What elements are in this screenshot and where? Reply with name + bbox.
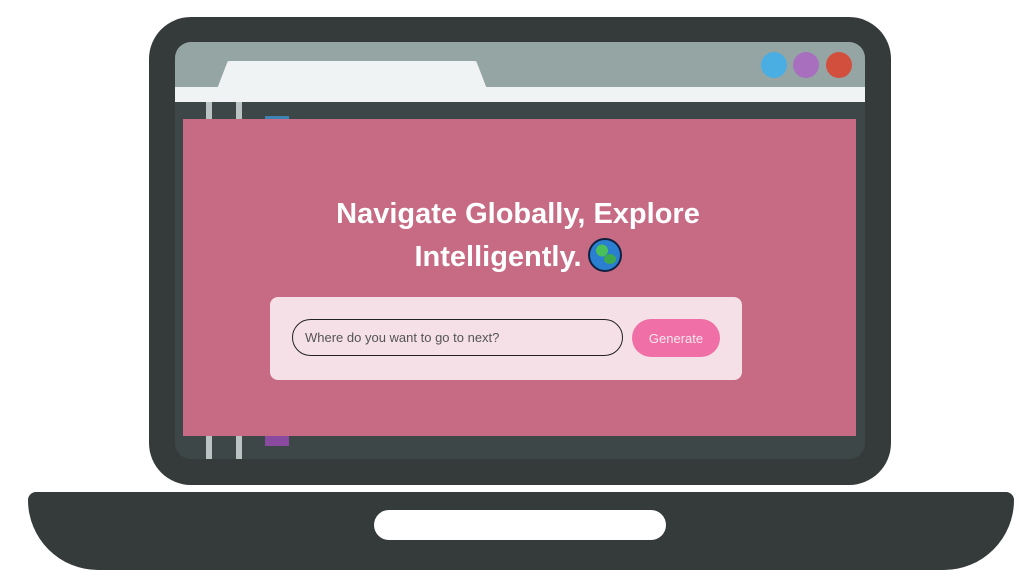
search-card: Generate bbox=[270, 297, 742, 380]
generate-button[interactable]: Generate bbox=[632, 319, 720, 357]
browser-address-bar bbox=[175, 87, 865, 102]
globe-icon bbox=[587, 238, 622, 272]
headline-text: Navigate Globally, Explore Intelligently… bbox=[336, 198, 700, 273]
web-page: Navigate Globally, Explore Intelligently… bbox=[183, 119, 856, 436]
window-minimize-dot[interactable] bbox=[761, 52, 787, 78]
destination-search-input[interactable] bbox=[292, 319, 623, 356]
laptop-trackpad bbox=[374, 510, 666, 540]
window-close-dot[interactable] bbox=[826, 52, 852, 78]
browser-tab[interactable] bbox=[217, 61, 487, 89]
window-maximize-dot[interactable] bbox=[793, 52, 819, 78]
page-title: Navigate Globally, Explore Intelligently… bbox=[273, 193, 763, 279]
